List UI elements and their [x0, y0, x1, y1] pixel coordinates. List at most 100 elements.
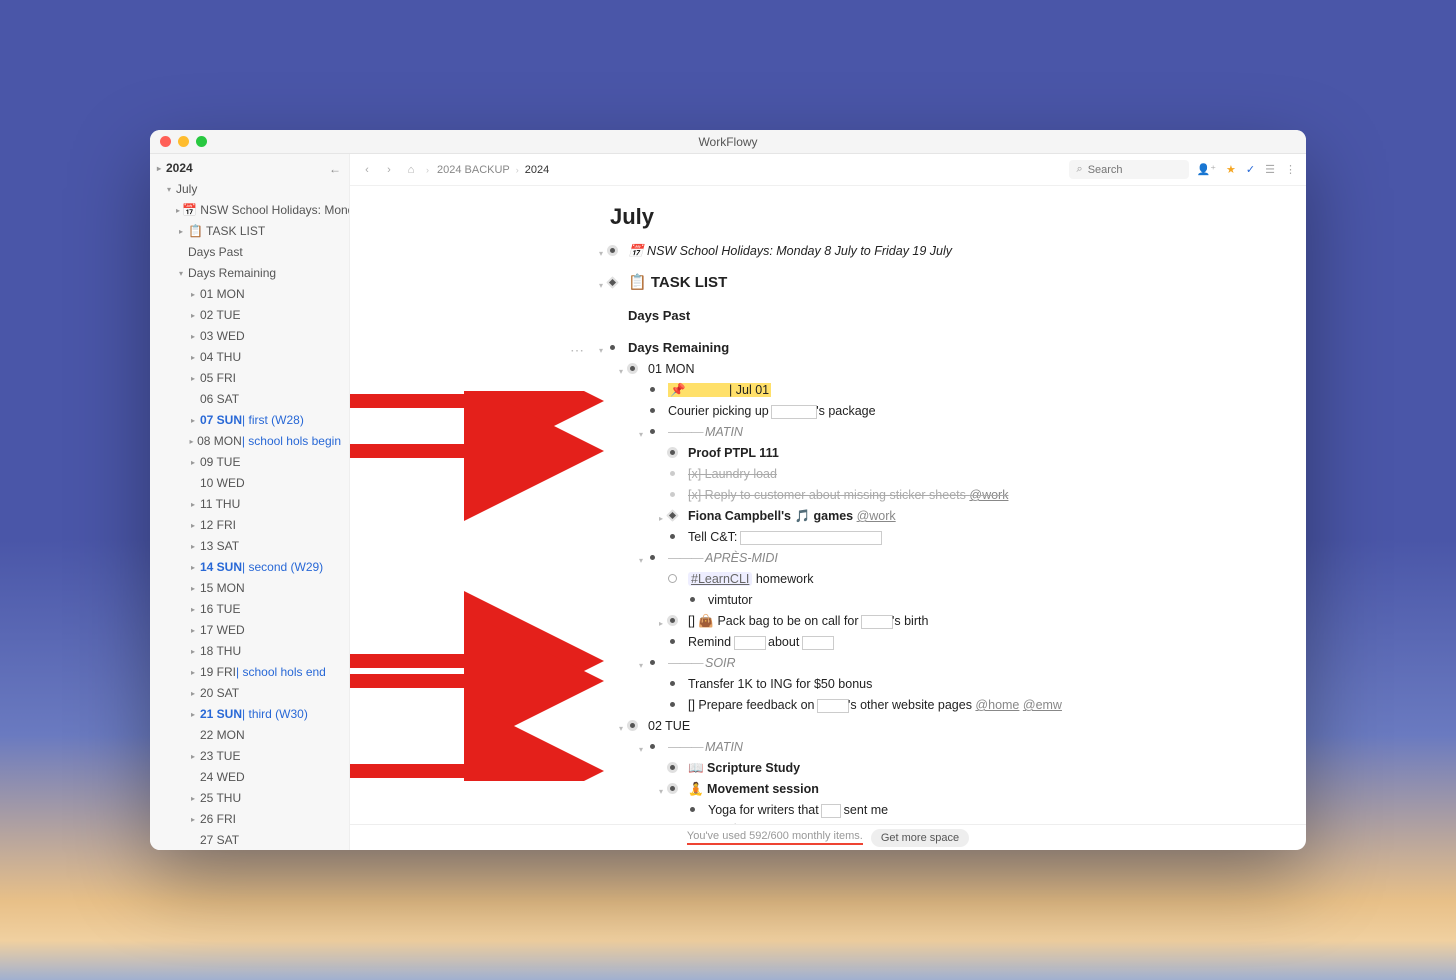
kebab-icon[interactable]: ⋯: [570, 341, 585, 359]
search-input[interactable]: [1088, 164, 1168, 176]
feedback-node[interactable]: [] Prepare feedback on 's other website …: [670, 696, 1266, 714]
expand-icon[interactable]: ▾: [596, 342, 606, 360]
sidebar-item[interactable]: ▸12 FRI: [150, 515, 349, 536]
reply-sticker-node[interactable]: [x] Reply to customer about missing stic…: [670, 486, 1266, 504]
sidebar-root[interactable]: ▸2024: [150, 158, 349, 179]
sidebar-item[interactable]: ▸📅 NSW School Holidays: Monday 8 .: [150, 200, 349, 221]
sidebar-item[interactable]: ▸17 WED: [150, 620, 349, 641]
expand-icon[interactable]: ▸: [656, 510, 666, 528]
sidebar-item[interactable]: 06 SAT: [150, 389, 349, 410]
learncli-tag[interactable]: #LearnCLI: [688, 572, 752, 586]
sidebar-item[interactable]: 22 MON: [150, 725, 349, 746]
sidebar-item[interactable]: ▸20 SAT: [150, 683, 349, 704]
search-box[interactable]: ⌕: [1069, 160, 1189, 179]
page-title[interactable]: July: [610, 204, 1266, 230]
packbag-node[interactable]: ▸[] 👜 Pack bag to be on call for 's birt…: [670, 612, 1266, 630]
movement-node[interactable]: ▾🧘 Movement session: [670, 780, 1266, 798]
remind-node[interactable]: Remind about: [670, 633, 1266, 651]
feedback-tag2[interactable]: @emw: [1023, 698, 1062, 712]
sidebar-item[interactable]: 24 WED: [150, 767, 349, 788]
matin-section[interactable]: ▾ ——— MATIN: [650, 423, 1266, 441]
transfer-text: Transfer 1K to ING for $50 bonus: [688, 677, 872, 691]
highlighted-date-node[interactable]: 📌 | Jul 01: [650, 381, 1266, 399]
transfer-node[interactable]: Transfer 1K to ING for $50 bonus: [670, 675, 1266, 693]
nav-forward-icon[interactable]: ›: [382, 164, 396, 176]
sidebar-item[interactable]: ▸21 SUN | third (W30): [150, 704, 349, 725]
laundry-node[interactable]: [x] Laundry load: [670, 465, 1266, 483]
sidebar-item[interactable]: ▸18 THU: [150, 641, 349, 662]
list-view-icon[interactable]: ☰: [1265, 163, 1275, 176]
sidebar-item[interactable]: ▸📋 TASK LIST: [150, 221, 349, 242]
crumb-backup[interactable]: 2024 BACKUP: [437, 164, 510, 176]
vimtutor-node[interactable]: vimtutor: [690, 591, 1266, 609]
sidebar-item[interactable]: 10 WED: [150, 473, 349, 494]
expand-icon[interactable]: ▾: [616, 363, 626, 381]
day-02-tue[interactable]: ▾02 TUE: [630, 717, 1266, 735]
fiona-node[interactable]: ▸Fiona Campbell's 🎵 games @work: [670, 507, 1266, 525]
expand-icon[interactable]: ▾: [596, 245, 606, 263]
expand-icon[interactable]: ▸: [656, 615, 666, 633]
expand-icon[interactable]: ▾: [636, 552, 646, 570]
sidebar-item[interactable]: ▸13 SAT: [150, 536, 349, 557]
yoga-node[interactable]: Yoga for writers that sent me: [690, 801, 1266, 819]
apres-midi-section[interactable]: ▾ ——— APRÈS-MIDI: [650, 549, 1266, 567]
expand-icon[interactable]: ▾: [636, 657, 646, 675]
sidebar-item[interactable]: ▾Days Remaining: [150, 263, 349, 284]
sidebar-item[interactable]: ▸07 SUN | first (W28): [150, 410, 349, 431]
sidebar-item[interactable]: ▸01 MON: [150, 284, 349, 305]
crumb-year[interactable]: 2024: [525, 164, 549, 176]
sidebar-item[interactable]: ▸04 THU: [150, 347, 349, 368]
nav-back-icon[interactable]: ‹: [360, 164, 374, 176]
home-icon[interactable]: ⌂: [404, 164, 418, 176]
expand-icon[interactable]: ▾: [656, 783, 666, 801]
add-person-icon[interactable]: 👤⁺: [1197, 163, 1217, 176]
sidebar-item[interactable]: Days Past: [150, 242, 349, 263]
sidebar-item[interactable]: ▸23 TUE: [150, 746, 349, 767]
day-label: 01 MON: [648, 362, 695, 376]
matin-section-2[interactable]: ▾——— MATIN: [650, 738, 1266, 756]
content-scroll[interactable]: • July ▾ 📅 NSW School Holidays: Monday 8…: [350, 186, 1306, 824]
sidebar-item[interactable]: ▸08 MON | school hols begin: [150, 431, 349, 452]
sidebar-item[interactable]: ▸09 TUE: [150, 452, 349, 473]
sidebar-item[interactable]: ▸05 FRI: [150, 368, 349, 389]
expand-icon[interactable]: ▾: [616, 720, 626, 738]
sidebar-collapse-icon[interactable]: ←: [329, 162, 341, 176]
expand-icon[interactable]: ▾: [636, 741, 646, 759]
task-list-node[interactable]: ▾ 📋 TASK LIST: [610, 274, 1266, 292]
feedback-tag1[interactable]: @home: [975, 698, 1019, 712]
days-remaining-node[interactable]: ⋯ ▾ Days Remaining: [610, 339, 1266, 357]
sidebar-item[interactable]: ▸26 FRI: [150, 809, 349, 830]
scripture-node[interactable]: 📖 Scripture Study: [670, 759, 1266, 777]
sidebar-item[interactable]: ▸25 THU: [150, 788, 349, 809]
document[interactable]: • July ▾ 📅 NSW School Holidays: Monday 8…: [350, 186, 1306, 824]
star-icon[interactable]: ★: [1226, 163, 1236, 176]
get-more-space-button[interactable]: Get more space: [871, 829, 969, 847]
expand-icon[interactable]: ▾: [596, 277, 606, 295]
reply-tag[interactable]: @work: [969, 488, 1008, 502]
sidebar-item[interactable]: ▸19 FRI | school hols end: [150, 662, 349, 683]
yoga-a: Yoga for writers that: [708, 803, 822, 817]
learncli-node[interactable]: #LearnCLI homework: [670, 570, 1266, 588]
courier-node[interactable]: Courier picking up 's package: [650, 402, 1266, 420]
sidebar-item[interactable]: ▸15 MON: [150, 578, 349, 599]
tellct-node[interactable]: Tell C&T:: [670, 528, 1266, 546]
sidebar-item[interactable]: ▸16 TUE: [150, 599, 349, 620]
days-past-heading[interactable]: Days Past: [628, 308, 1266, 323]
sidebar-item[interactable]: 27 SAT: [150, 830, 349, 850]
sidebar[interactable]: ← ▸2024 ▾July ▸📅 NSW School Holidays: Mo…: [150, 154, 350, 850]
soir-section[interactable]: ▾ ——— SOIR: [650, 654, 1266, 672]
nsw-holidays-node[interactable]: ▾ 📅 NSW School Holidays: Monday 8 July t…: [610, 242, 1266, 260]
sidebar-item[interactable]: ▸03 WED: [150, 326, 349, 347]
sidebar-item[interactable]: ▸14 SUN | second (W29): [150, 557, 349, 578]
tellct-text: Tell C&T:: [688, 530, 741, 544]
fiona-tag[interactable]: @work: [857, 509, 896, 523]
footer: You've used 592/600 monthly items. Get m…: [350, 824, 1306, 850]
check-icon[interactable]: ✓: [1246, 163, 1255, 176]
sidebar-month[interactable]: ▾July: [150, 179, 349, 200]
day-01-mon[interactable]: ▾ 01 MON: [630, 360, 1266, 378]
expand-icon[interactable]: ▾: [636, 426, 646, 444]
more-menu-icon[interactable]: ⋮: [1285, 163, 1296, 176]
sidebar-item[interactable]: ▸11 THU: [150, 494, 349, 515]
proof-node[interactable]: Proof PTPL 111: [670, 444, 1266, 462]
sidebar-item[interactable]: ▸02 TUE: [150, 305, 349, 326]
